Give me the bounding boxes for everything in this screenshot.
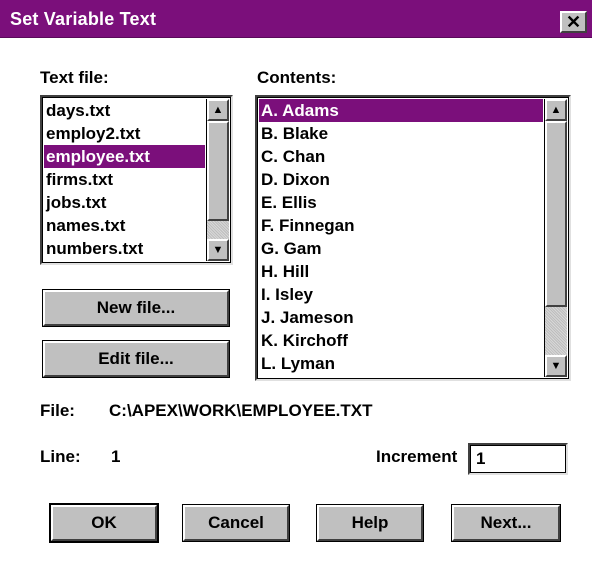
list-item[interactable]: H. Hill [259,260,543,283]
edit-file-button[interactable]: Edit file... [42,340,230,378]
list-item[interactable]: names.txt [44,214,205,237]
next-button[interactable]: Next... [451,504,561,542]
text-file-label: Text file: [40,68,109,87]
increment-label: Increment [376,447,458,466]
line-label: Line: [40,447,81,466]
text-file-scroll-up[interactable]: ▲ [207,99,229,121]
list-item[interactable]: D. Dixon [259,168,543,191]
arrow-down-icon: ▼ [212,243,224,256]
list-item[interactable]: numbers.txt [44,237,205,260]
contents-scroll-thumb[interactable] [545,121,567,307]
list-item[interactable]: firms.txt [44,168,205,191]
list-item[interactable]: G. Gam [259,237,543,260]
close-button[interactable]: ✕ [560,11,587,33]
help-button[interactable]: Help [316,504,424,542]
list-item[interactable]: K. Kirchoff [259,329,543,352]
list-item[interactable]: L. Lyman [259,352,543,375]
contents-listbox[interactable]: A. Adams B. Blake C. Chan D. Dixon E. Ellis F… [255,95,571,381]
list-item[interactable]: C. Chan [259,145,543,168]
list-item[interactable]: J. Jameson [259,306,543,329]
line-value: 1 [111,447,121,466]
list-item[interactable]: employ2.txt [44,122,205,145]
list-item[interactable]: B. Blake [259,122,543,145]
close-icon: ✕ [565,12,582,32]
file-label: File: [40,401,75,420]
list-item[interactable]: employee.txt [44,145,205,168]
text-file-scroll-thumb[interactable] [207,121,229,221]
list-item[interactable]: jobs.txt [44,191,205,214]
text-file-scrollbar[interactable]: ▲ ▼ [206,99,229,261]
contents-scrollbar[interactable]: ▲ ▼ [544,99,567,377]
contents-scroll-up[interactable]: ▲ [545,99,567,121]
window-title: Set Variable Text [10,9,157,29]
list-item[interactable]: E. Ellis [259,191,543,214]
cancel-button[interactable]: Cancel [182,504,290,542]
ok-button[interactable]: OK [49,503,159,543]
text-file-listbox[interactable]: days.txt employ2.txt employee.txt firms.txt… [40,95,233,265]
arrow-down-icon: ▼ [550,359,562,372]
contents-items: A. Adams B. Blake C. Chan D. Dixon E. Ellis F… [259,99,543,375]
text-file-scroll-down[interactable]: ▼ [207,239,229,261]
list-item[interactable]: A. Adams [259,99,543,122]
increment-input[interactable] [468,443,568,475]
text-file-items: days.txt employ2.txt employee.txt firms.txt… [44,99,205,260]
file-path: C:\APEX\WORK\EMPLOYEE.TXT [109,401,373,420]
new-file-button[interactable]: New file... [42,289,230,327]
contents-label: Contents: [257,68,337,87]
list-item[interactable]: I. Isley [259,283,543,306]
list-item[interactable]: F. Finnegan [259,214,543,237]
contents-scroll-down[interactable]: ▼ [545,355,567,377]
list-item[interactable]: days.txt [44,99,205,122]
arrow-up-icon: ▲ [212,103,224,116]
arrow-up-icon: ▲ [550,103,562,116]
